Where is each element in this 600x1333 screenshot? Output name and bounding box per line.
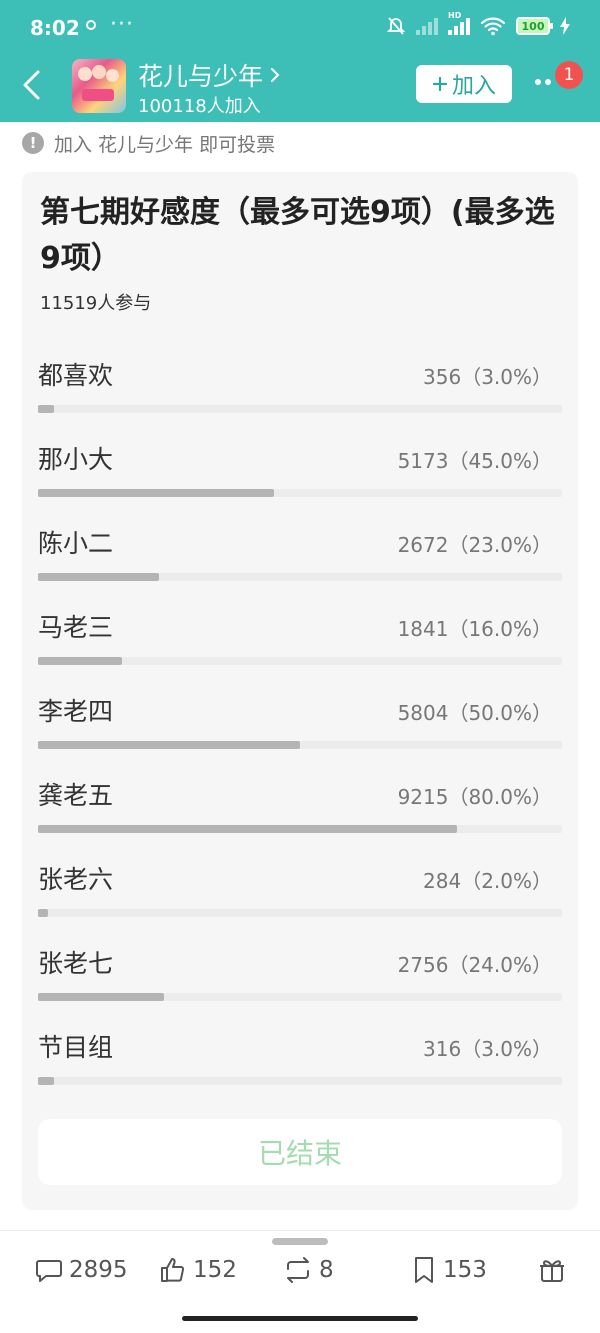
option-name: 节目组 bbox=[38, 1033, 114, 1062]
comment-button[interactable]: 2895 bbox=[34, 1252, 128, 1288]
app-header: 8:02 ··· HD 100 花儿与少年 100118人加入 加入 1 bbox=[0, 0, 600, 122]
option-count: 2672（23.0%） bbox=[397, 533, 552, 557]
gift-icon bbox=[540, 1260, 564, 1282]
option-bar-track bbox=[38, 909, 562, 917]
bookmark-count: 153 bbox=[443, 1257, 487, 1283]
poll-option: 马老三 1841（16.0%） bbox=[38, 594, 562, 678]
drag-handle[interactable] bbox=[272, 1238, 328, 1245]
option-count: 284（2.0%） bbox=[423, 869, 552, 893]
option-name: 龚老五 bbox=[38, 781, 114, 810]
poll-option: 都喜欢 356（3.0%） bbox=[38, 342, 562, 426]
home-indicator bbox=[182, 1316, 418, 1321]
group-member-count: 100118人加入 bbox=[138, 96, 261, 117]
poll-option: 李老四 5804（50.0%） bbox=[38, 678, 562, 762]
mute-bell-icon bbox=[386, 17, 406, 35]
like-button[interactable]: 152 bbox=[158, 1252, 237, 1288]
join-label: 加入 bbox=[451, 74, 496, 99]
option-bar-fill bbox=[38, 657, 122, 665]
option-name: 都喜欢 bbox=[38, 361, 114, 390]
signal-icon-1 bbox=[416, 17, 438, 35]
poll-option: 龚老五 9215（80.0%） bbox=[38, 762, 562, 846]
option-name: 那小大 bbox=[38, 445, 114, 474]
option-count: 316（3.0%） bbox=[423, 1037, 552, 1061]
signal-icon-2: HD bbox=[448, 11, 470, 35]
poll-ended-button[interactable]: 已结束 bbox=[38, 1119, 562, 1185]
notification-badge: 1 bbox=[555, 61, 583, 89]
option-bar-fill bbox=[38, 489, 274, 497]
like-count: 152 bbox=[193, 1257, 237, 1283]
repost-count: 8 bbox=[319, 1257, 334, 1283]
option-bar-track bbox=[38, 657, 562, 665]
like-icon bbox=[161, 1258, 185, 1282]
option-bar-track bbox=[38, 489, 562, 497]
option-name: 李老四 bbox=[38, 697, 114, 726]
option-count: 5804（50.0%） bbox=[397, 701, 552, 725]
option-count: 9215（80.0%） bbox=[397, 785, 552, 809]
comment-count: 2895 bbox=[69, 1257, 128, 1283]
battery-icon: 100 bbox=[516, 17, 553, 35]
status-more: ··· bbox=[110, 12, 134, 37]
group-name-link[interactable]: 花儿与少年 bbox=[138, 57, 281, 93]
option-bar-track bbox=[38, 741, 562, 749]
poll-participants: 11519人参与 bbox=[40, 293, 152, 314]
join-button[interactable]: 加入 bbox=[416, 65, 512, 103]
poll-option: 陈小二 2672（23.0%） bbox=[38, 510, 562, 594]
option-bar-track bbox=[38, 1077, 562, 1085]
option-count: 2756（24.0%） bbox=[397, 953, 552, 977]
status-time: 8:02 bbox=[30, 16, 80, 40]
chevron-right-icon bbox=[271, 68, 280, 82]
option-bar-fill bbox=[38, 741, 300, 749]
vote-hint: ! 加入 花儿与少年 即可投票 bbox=[22, 128, 275, 158]
poll-title: 第七期好感度（最多可选9项）(最多选9项） bbox=[40, 195, 555, 276]
back-button[interactable] bbox=[18, 67, 48, 103]
toolbar-divider bbox=[0, 1230, 600, 1231]
repost-icon bbox=[287, 1257, 309, 1283]
option-bar-fill bbox=[38, 573, 159, 581]
option-bar-fill bbox=[38, 405, 54, 413]
repost-button[interactable]: 8 bbox=[282, 1252, 334, 1288]
hd-label: HD bbox=[448, 11, 462, 20]
poll-option: 张老七 2756（24.0%） bbox=[38, 930, 562, 1014]
plus-icon bbox=[432, 76, 448, 92]
info-icon: ! bbox=[22, 132, 44, 154]
option-name: 陈小二 bbox=[38, 529, 114, 558]
charging-icon bbox=[560, 17, 570, 35]
poll-option: 那小大 5173（45.0%） bbox=[38, 426, 562, 510]
location-icon bbox=[86, 20, 96, 30]
option-bar-track bbox=[38, 825, 562, 833]
option-name: 张老七 bbox=[38, 949, 114, 978]
option-bar-track bbox=[38, 573, 562, 581]
more-icon[interactable] bbox=[535, 79, 551, 85]
option-bar-track bbox=[38, 405, 562, 413]
option-bar-fill bbox=[38, 1077, 54, 1085]
option-bar-fill bbox=[38, 993, 164, 1001]
gift-button[interactable] bbox=[537, 1252, 567, 1288]
poll-card: 第七期好感度（最多可选9项）(最多选9项） 11519人参与 都喜欢 356（3… bbox=[22, 172, 578, 1210]
option-count: 356（3.0%） bbox=[423, 365, 552, 389]
option-count: 5173（45.0%） bbox=[397, 449, 552, 473]
option-count: 1841（16.0%） bbox=[397, 617, 552, 641]
wifi-icon bbox=[480, 17, 506, 36]
poll-option: 节目组 316（3.0%） bbox=[38, 1014, 562, 1098]
group-name: 花儿与少年 bbox=[138, 62, 264, 91]
status-bar: 8:02 ··· HD 100 bbox=[0, 0, 600, 60]
comment-icon bbox=[36, 1260, 62, 1282]
option-bar-fill bbox=[38, 909, 49, 917]
vote-hint-text: 加入 花儿与少年 即可投票 bbox=[54, 133, 276, 156]
option-bar-fill bbox=[38, 825, 458, 833]
group-nav: 花儿与少年 100118人加入 加入 1 bbox=[0, 55, 600, 122]
option-bar-track bbox=[38, 993, 562, 1001]
group-avatar[interactable] bbox=[72, 59, 126, 113]
option-name: 马老三 bbox=[38, 613, 114, 642]
poll-option: 张老六 284（2.0%） bbox=[38, 846, 562, 930]
bookmark-button[interactable]: 153 bbox=[410, 1252, 487, 1288]
status-icons: HD 100 bbox=[386, 11, 570, 36]
option-name: 张老六 bbox=[38, 865, 114, 894]
back-icon bbox=[23, 70, 40, 100]
bookmark-icon bbox=[415, 1257, 433, 1283]
